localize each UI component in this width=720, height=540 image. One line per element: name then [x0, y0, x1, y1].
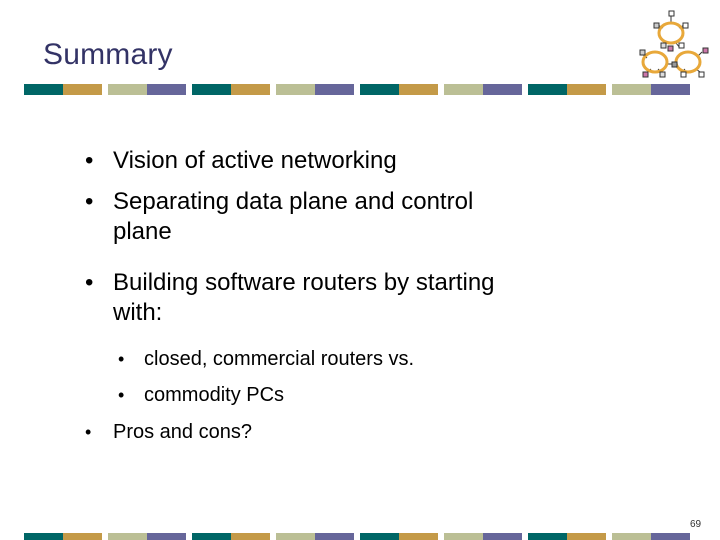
bar-segment	[231, 84, 270, 95]
bullet-glyph: •	[118, 349, 125, 369]
bar-segment	[651, 533, 690, 540]
bar-segment	[567, 84, 606, 95]
bar-segment	[399, 533, 438, 540]
bar-segment	[147, 84, 186, 95]
slide-title: Summary	[43, 38, 173, 71]
bar-segment	[192, 84, 231, 95]
bar-segment	[483, 84, 522, 95]
bar-segment	[63, 84, 102, 95]
bar-segment	[483, 533, 522, 540]
bar-segment	[24, 84, 63, 95]
sub-bullet-item: • closed, commercial routers vs.	[118, 348, 415, 370]
bullet-item: • Vision of active networking	[85, 147, 397, 174]
bar-segment	[315, 533, 354, 540]
sub-bullet-item: • commodity PCs	[118, 384, 285, 406]
network-rings-icon	[639, 10, 709, 78]
bar-segment	[360, 84, 399, 95]
page-number: 69	[690, 519, 702, 530]
bar-segment	[63, 533, 102, 540]
bullet-glyph: •	[85, 269, 94, 296]
bar-segment	[108, 84, 147, 95]
bar-segment	[192, 533, 231, 540]
bar-segment	[528, 533, 567, 540]
bar-segment	[567, 533, 606, 540]
bar-segment	[528, 84, 567, 95]
bar-segment	[315, 84, 354, 95]
bar-segment	[108, 533, 147, 540]
bar-segment	[276, 533, 315, 540]
bar-segment	[147, 533, 186, 540]
bar-segment	[612, 533, 651, 540]
bar-segment	[399, 84, 438, 95]
bullet-glyph: •	[118, 385, 125, 405]
bullet-item: • Building software routers by starting …	[85, 269, 495, 326]
bar-segment	[444, 84, 483, 95]
bullet-glyph: •	[85, 147, 94, 174]
bar-segment	[360, 533, 399, 540]
bar-segment	[612, 84, 651, 95]
bullet-glyph: •	[85, 422, 92, 442]
bullet-item: • Separating data plane and control plan…	[85, 188, 474, 245]
bar-segment	[231, 533, 270, 540]
bar-segment	[276, 84, 315, 95]
bullet-glyph: •	[85, 188, 94, 215]
bar-segment	[24, 533, 63, 540]
bar-segment	[444, 533, 483, 540]
bar-segment	[651, 84, 690, 95]
bullet-item: • Pros and cons?	[85, 421, 252, 443]
